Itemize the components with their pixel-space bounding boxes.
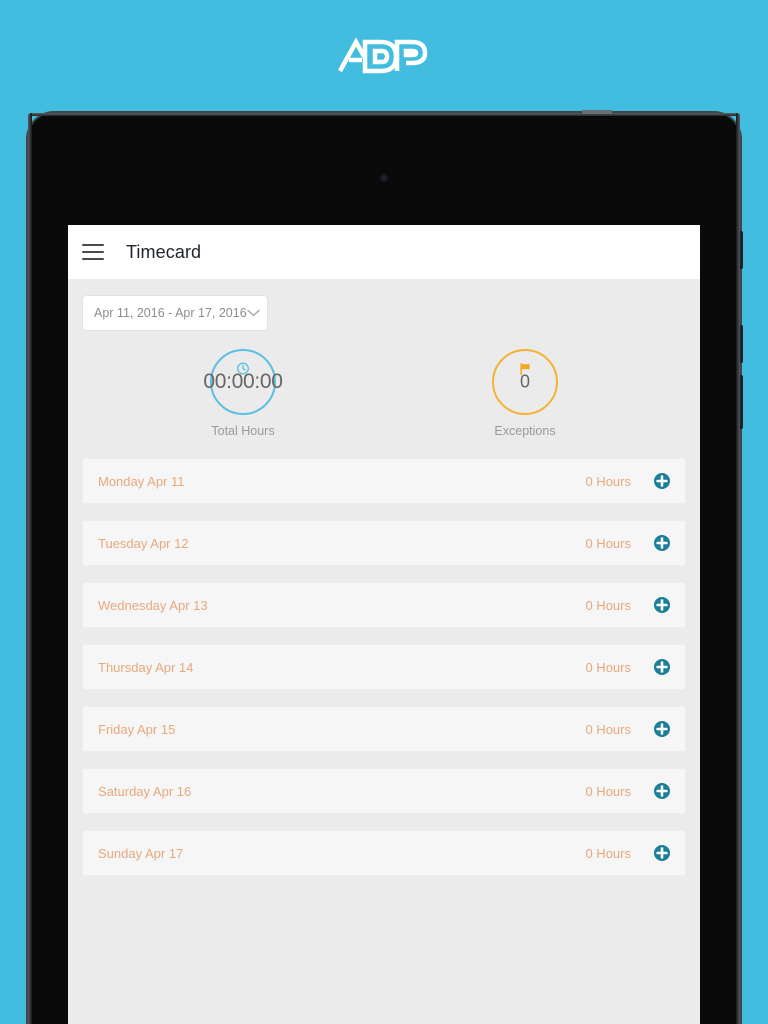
table-row[interactable]: Tuesday Apr 12 0 Hours: [82, 520, 686, 566]
exceptions-value: 0: [519, 371, 531, 392]
page-title: Timecard: [126, 241, 202, 262]
plus-circle-icon[interactable]: [653, 782, 671, 800]
day-hours: 0 Hours: [585, 721, 631, 737]
tablet-screen: Timecard Apr 11, 2016 - Apr 17, 2016 00:…: [68, 225, 700, 1024]
total-hours-label: Total Hours: [211, 424, 275, 438]
table-row[interactable]: Monday Apr 11 0 Hours: [82, 458, 686, 504]
plus-circle-icon[interactable]: [653, 596, 671, 614]
volume-up-button[interactable]: [740, 325, 743, 363]
date-range-selector[interactable]: Apr 11, 2016 - Apr 17, 2016: [82, 295, 268, 331]
date-range-value: Apr 11, 2016 - Apr 17, 2016: [94, 306, 247, 320]
plus-circle-icon[interactable]: [653, 472, 671, 490]
day-label: Wednesday Apr 13: [98, 597, 208, 613]
table-row[interactable]: Wednesday Apr 13 0 Hours: [82, 582, 686, 628]
day-hours: 0 Hours: [585, 845, 631, 861]
power-button[interactable]: [740, 231, 743, 269]
day-hours: 0 Hours: [585, 659, 631, 675]
device-edge-left: [28, 113, 32, 1024]
day-label: Friday Apr 15: [98, 721, 176, 737]
day-label: Monday Apr 11: [98, 473, 185, 489]
exceptions-dial: 0: [492, 349, 558, 415]
hamburger-menu-icon[interactable]: [82, 244, 104, 260]
day-hours: 0 Hours: [585, 473, 631, 489]
plus-circle-icon[interactable]: [653, 844, 671, 862]
day-label: Tuesday Apr 12: [98, 535, 189, 551]
day-hours: 0 Hours: [585, 597, 631, 613]
tablet-device: Timecard Apr 11, 2016 - Apr 17, 2016 00:…: [28, 110, 743, 1024]
volume-down-button[interactable]: [740, 375, 743, 429]
table-row[interactable]: Saturday Apr 16 0 Hours: [82, 768, 686, 814]
summary-dials: 00:00:00 Total Hours 0 Exceptions: [68, 349, 700, 438]
device-top-notch: [582, 110, 612, 114]
day-hours: 0 Hours: [585, 535, 631, 551]
table-row[interactable]: Sunday Apr 17 0 Hours: [82, 830, 686, 876]
page-root: Timecard Apr 11, 2016 - Apr 17, 2016 00:…: [0, 0, 768, 1024]
adp-logo-icon: [338, 37, 428, 74]
front-camera: [381, 175, 387, 181]
app-content: Apr 11, 2016 - Apr 17, 2016 00:00:00 Tot…: [68, 279, 700, 1024]
app-header: Timecard: [68, 225, 700, 279]
day-list: Monday Apr 11 0 Hours Tuesday Apr 12 0 H…: [68, 458, 700, 876]
exceptions-label: Exceptions: [494, 424, 556, 438]
table-row[interactable]: Friday Apr 15 0 Hours: [82, 706, 686, 752]
day-label: Sunday Apr 17: [98, 845, 184, 861]
adp-logo: [0, 30, 768, 82]
chevron-down-icon: [246, 309, 260, 317]
day-hours: 0 Hours: [585, 783, 631, 799]
plus-circle-icon[interactable]: [653, 658, 671, 676]
day-label: Saturday Apr 16: [98, 783, 192, 799]
plus-circle-icon[interactable]: [653, 534, 671, 552]
device-edge-top: [28, 113, 740, 116]
day-label: Thursday Apr 14: [98, 659, 194, 675]
summary-exceptions: 0 Exceptions: [384, 349, 666, 438]
total-hours-dial: 00:00:00: [203, 349, 283, 415]
total-hours-value: 00:00:00: [203, 370, 283, 393]
summary-total-hours: 00:00:00 Total Hours: [102, 349, 384, 438]
table-row[interactable]: Thursday Apr 14 0 Hours: [82, 644, 686, 690]
plus-circle-icon[interactable]: [653, 720, 671, 738]
